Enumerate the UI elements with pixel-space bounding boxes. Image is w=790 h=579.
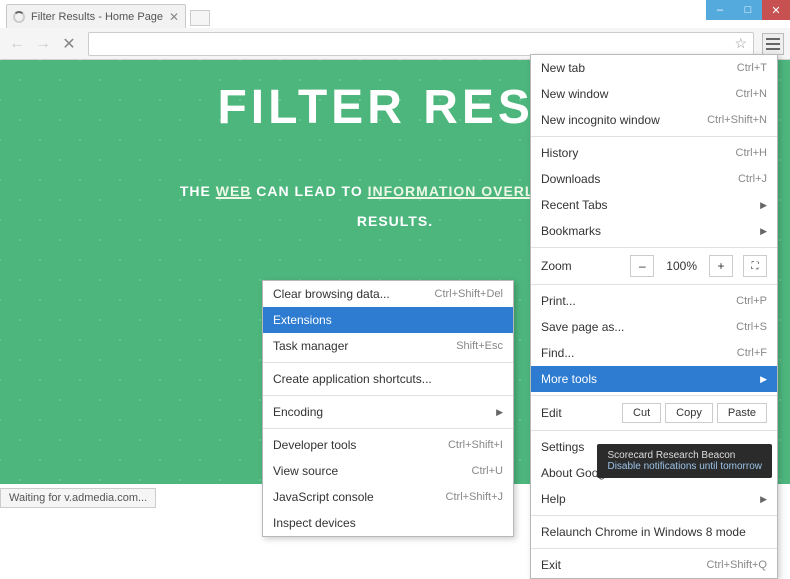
titlebar: Filter Results - Home Page ✕ – □ ✕ bbox=[0, 0, 790, 28]
menu-separator bbox=[263, 428, 513, 429]
menu-history[interactable]: HistoryCtrl+H bbox=[531, 140, 777, 166]
menu-separator bbox=[531, 395, 777, 396]
menu-save-as[interactable]: Save page as...Ctrl+S bbox=[531, 314, 777, 340]
menu-new-incognito[interactable]: New incognito windowCtrl+Shift+N bbox=[531, 107, 777, 133]
close-window-button[interactable]: ✕ bbox=[762, 0, 790, 20]
stop-reload-button[interactable]: ✕ bbox=[58, 33, 80, 55]
toast-title: Scorecard Research Beacon bbox=[607, 450, 762, 461]
page-heading: FILTER RESU bbox=[217, 80, 572, 135]
submenu-inspect-devices[interactable]: Inspect devices bbox=[263, 510, 513, 536]
notification-toast[interactable]: Scorecard Research Beacon Disable notifi… bbox=[597, 444, 772, 478]
status-bar: Waiting for v.admedia.com... bbox=[0, 488, 156, 508]
new-tab-button[interactable] bbox=[190, 10, 210, 26]
submenu-task-manager[interactable]: Task managerShift+Esc bbox=[263, 333, 513, 359]
chrome-menu-button[interactable] bbox=[762, 33, 784, 55]
chevron-right-icon: ▶ bbox=[760, 226, 767, 237]
window-controls: – □ ✕ bbox=[706, 0, 790, 20]
menu-separator bbox=[263, 362, 513, 363]
menu-separator bbox=[531, 247, 777, 248]
zoom-level: 100% bbox=[658, 259, 705, 273]
zoom-in-button[interactable]: + bbox=[709, 255, 733, 277]
more-tools-submenu: Clear browsing data...Ctrl+Shift+Del Ext… bbox=[262, 280, 514, 537]
menu-zoom-row: Zoom – 100% + ⛶ bbox=[531, 251, 777, 281]
browser-tab[interactable]: Filter Results - Home Page ✕ bbox=[6, 4, 186, 28]
bookmark-star-icon[interactable]: ☆ bbox=[734, 35, 747, 52]
paste-button[interactable]: Paste bbox=[717, 403, 767, 423]
submenu-js-console[interactable]: JavaScript consoleCtrl+Shift+J bbox=[263, 484, 513, 510]
menu-separator bbox=[531, 136, 777, 137]
page-subheading-line2: RESULTS. bbox=[357, 213, 433, 229]
chevron-right-icon: ▶ bbox=[496, 407, 503, 418]
tab-title: Filter Results - Home Page bbox=[31, 11, 163, 23]
chevron-right-icon: ▶ bbox=[760, 200, 767, 211]
web-link[interactable]: WEB bbox=[216, 183, 252, 199]
menu-more-tools[interactable]: More tools▶ bbox=[531, 366, 777, 392]
menu-recent-tabs[interactable]: Recent Tabs▶ bbox=[531, 192, 777, 218]
menu-separator bbox=[263, 395, 513, 396]
menu-edit-row: Edit Cut Copy Paste bbox=[531, 399, 777, 427]
forward-button[interactable]: → bbox=[32, 33, 54, 55]
menu-find[interactable]: Find...Ctrl+F bbox=[531, 340, 777, 366]
zoom-out-button[interactable]: – bbox=[630, 255, 654, 277]
menu-relaunch[interactable]: Relaunch Chrome in Windows 8 mode bbox=[531, 519, 777, 545]
edit-label: Edit bbox=[541, 406, 562, 420]
submenu-extensions[interactable]: Extensions bbox=[263, 307, 513, 333]
back-button[interactable]: ← bbox=[6, 33, 28, 55]
submenu-dev-tools[interactable]: Developer toolsCtrl+Shift+I bbox=[263, 432, 513, 458]
chevron-right-icon: ▶ bbox=[760, 494, 767, 505]
submenu-create-shortcuts[interactable]: Create application shortcuts... bbox=[263, 366, 513, 392]
chrome-main-menu: New tabCtrl+T New windowCtrl+N New incog… bbox=[530, 54, 778, 579]
loading-spinner-icon bbox=[13, 11, 25, 23]
copy-button[interactable]: Copy bbox=[665, 403, 713, 423]
submenu-encoding[interactable]: Encoding▶ bbox=[263, 399, 513, 425]
minimize-button[interactable]: – bbox=[706, 0, 734, 20]
menu-print[interactable]: Print...Ctrl+P bbox=[531, 288, 777, 314]
menu-separator bbox=[531, 284, 777, 285]
menu-separator bbox=[531, 548, 777, 549]
menu-separator bbox=[531, 515, 777, 516]
menu-new-tab[interactable]: New tabCtrl+T bbox=[531, 55, 777, 81]
sub-text: CAN LEAD TO bbox=[251, 183, 367, 199]
fullscreen-button[interactable]: ⛶ bbox=[743, 255, 767, 277]
menu-new-window[interactable]: New windowCtrl+N bbox=[531, 81, 777, 107]
submenu-clear-data[interactable]: Clear browsing data...Ctrl+Shift+Del bbox=[263, 281, 513, 307]
toast-action[interactable]: Disable notifications until tomorrow bbox=[607, 461, 762, 472]
submenu-view-source[interactable]: View sourceCtrl+U bbox=[263, 458, 513, 484]
cut-button[interactable]: Cut bbox=[622, 403, 661, 423]
omnibox[interactable]: ☆ bbox=[88, 32, 754, 56]
status-text: Waiting for v.admedia.com... bbox=[9, 492, 147, 504]
menu-downloads[interactable]: DownloadsCtrl+J bbox=[531, 166, 777, 192]
address-input[interactable] bbox=[95, 37, 734, 51]
chevron-right-icon: ▶ bbox=[760, 374, 767, 385]
menu-help[interactable]: Help▶ bbox=[531, 486, 777, 512]
maximize-button[interactable]: □ bbox=[734, 0, 762, 20]
zoom-label: Zoom bbox=[541, 259, 572, 273]
sub-text: THE bbox=[180, 183, 216, 199]
menu-bookmarks[interactable]: Bookmarks▶ bbox=[531, 218, 777, 244]
menu-separator bbox=[531, 430, 777, 431]
tab-close-icon[interactable]: ✕ bbox=[169, 10, 179, 24]
menu-exit[interactable]: ExitCtrl+Shift+Q bbox=[531, 552, 777, 578]
